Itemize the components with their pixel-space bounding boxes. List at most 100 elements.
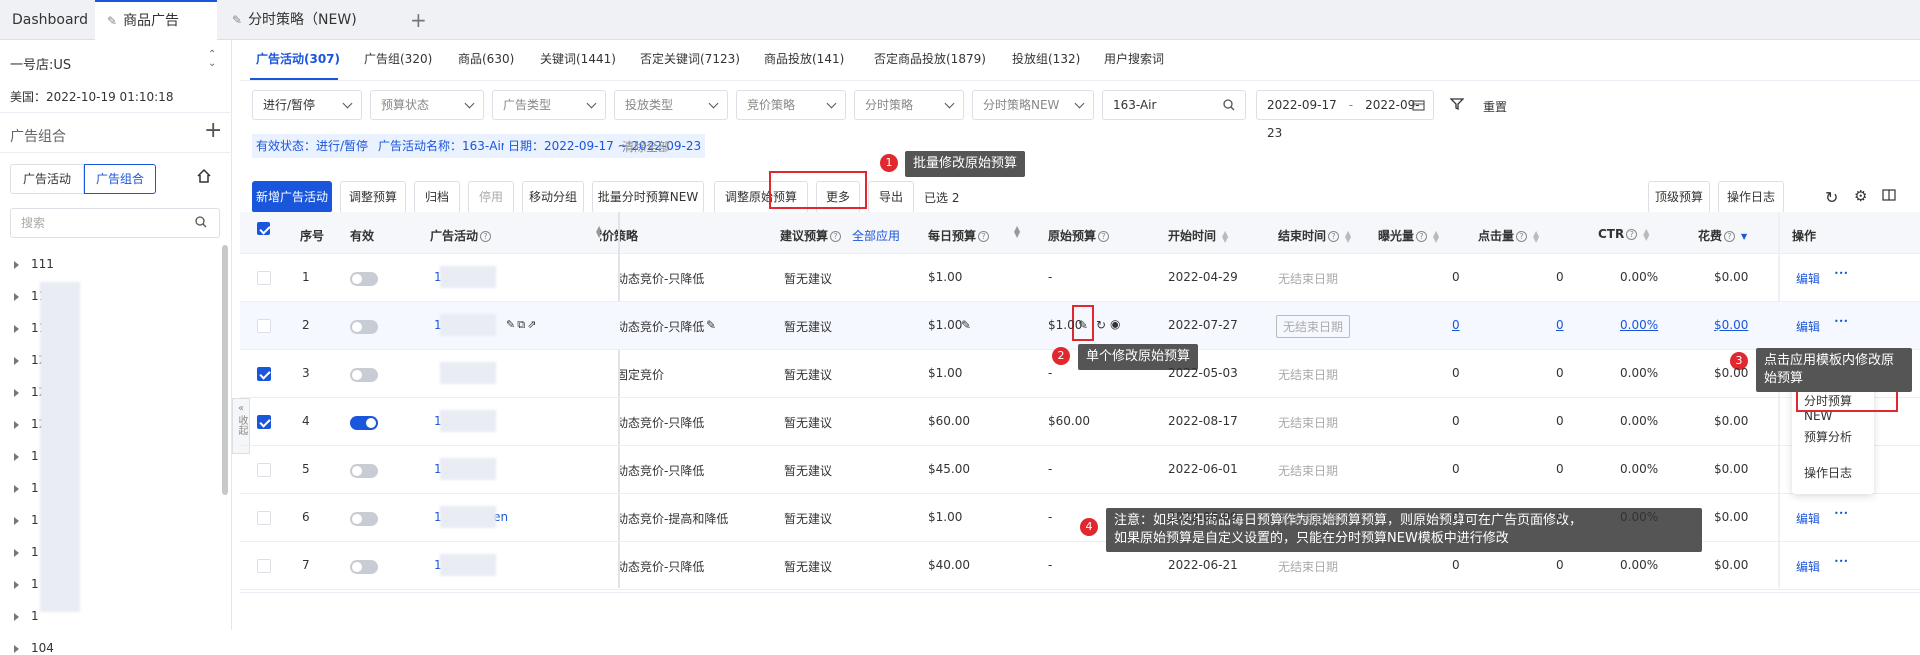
- budget-status-select[interactable]: 预算状态: [370, 90, 484, 120]
- subtab-3[interactable]: 关键词(1441): [540, 50, 616, 67]
- filter-chip-date[interactable]: 日期：2022-09-17 ~ 2022-09-23: [504, 134, 706, 158]
- more-actions-icon[interactable]: •••: [1834, 317, 1848, 326]
- sort-icon[interactable]: ▲ ▼: [1433, 229, 1439, 243]
- row-edit-icons[interactable]: ✎⧉⇗: [506, 318, 538, 332]
- export-button[interactable]: 导出: [868, 181, 914, 213]
- operation-log-button[interactable]: 操作日志: [1718, 181, 1784, 213]
- col-start[interactable]: 开始时间 ▲ ▼: [1168, 227, 1228, 244]
- row-checkbox[interactable]: [257, 463, 271, 477]
- subtab-7[interactable]: 投放组(132): [1012, 50, 1080, 67]
- top-budget-button[interactable]: 顶级预算: [1648, 181, 1710, 213]
- ctr-value[interactable]: 0.00%: [1620, 318, 1658, 332]
- sort-icon[interactable]: ▲ ▼: [1222, 229, 1228, 243]
- home-icon[interactable]: [196, 168, 212, 184]
- sort-icon[interactable]: ▲ ▼: [1643, 227, 1649, 241]
- clicks[interactable]: 0: [1556, 318, 1564, 332]
- sidebar-scrollbar[interactable]: [222, 245, 228, 495]
- valid-toggle[interactable]: [350, 416, 378, 430]
- valid-toggle[interactable]: [350, 368, 378, 382]
- sort-icon[interactable]: ▲ ▼: [1345, 229, 1351, 243]
- eye-icon[interactable]: ◉: [1110, 317, 1120, 331]
- sort-icon[interactable]: ▲ ▼: [1014, 225, 1020, 239]
- valid-toggle[interactable]: [350, 320, 378, 334]
- tab-time-strategy[interactable]: ✎ 分时策略（NEW): [220, 0, 400, 40]
- batch-time-budget-button[interactable]: 批量分时预算NEW: [592, 181, 704, 213]
- tree-item[interactable]: 1: [14, 513, 39, 527]
- row-checkbox[interactable]: [257, 415, 271, 429]
- edit-link[interactable]: 编辑: [1796, 318, 1820, 335]
- subtab-8[interactable]: 用户搜索词: [1104, 50, 1164, 67]
- filter-chip-status[interactable]: 有效状态：进行/暂停×: [252, 134, 389, 158]
- more-actions-icon[interactable]: •••: [1834, 557, 1848, 566]
- row-checkbox[interactable]: [257, 511, 271, 525]
- sort-desc-icon[interactable]: ▼: [1741, 232, 1747, 240]
- valid-toggle[interactable]: [350, 560, 378, 574]
- sidebar-search-input[interactable]: 搜索: [10, 208, 220, 238]
- tree-item[interactable]: 1: [14, 609, 39, 623]
- col-daily[interactable]: 每日预算?: [928, 227, 990, 244]
- row-checkbox[interactable]: [257, 319, 271, 333]
- subtab-6[interactable]: 否定商品投放(1879): [874, 50, 986, 67]
- edit-link[interactable]: 编辑: [1796, 510, 1820, 527]
- refresh-icon[interactable]: ↻: [1825, 188, 1838, 207]
- row-checkbox[interactable]: [257, 559, 271, 573]
- select-all-checkbox[interactable]: [257, 222, 270, 235]
- tab-product-ads[interactable]: ✎ 商品广告: [95, 0, 217, 40]
- store-switch-icon[interactable]: ⌃ ⌄: [208, 50, 216, 69]
- toggle-campaign[interactable]: 广告活动: [10, 164, 84, 194]
- ad-type-select[interactable]: 广告类型: [492, 90, 606, 120]
- settings-icon[interactable]: ⚙: [1854, 187, 1867, 205]
- filter-chip-name[interactable]: 广告活动名称：163-Air×: [374, 134, 526, 158]
- valid-toggle[interactable]: [350, 272, 378, 286]
- subtab-5[interactable]: 商品投放(141): [764, 50, 844, 67]
- clear-all-link[interactable]: 清除全部: [622, 138, 670, 155]
- search-icon[interactable]: [1222, 98, 1236, 112]
- edit-link[interactable]: 编辑: [1796, 270, 1820, 287]
- columns-icon[interactable]: [1882, 188, 1896, 202]
- valid-toggle[interactable]: [350, 464, 378, 478]
- row-checkbox[interactable]: [257, 271, 271, 285]
- add-tab-icon[interactable]: +: [410, 0, 427, 40]
- edit-strategy-icon[interactable]: ✎: [706, 318, 716, 332]
- valid-toggle[interactable]: [350, 512, 378, 526]
- col-impressions[interactable]: 曝光量? ▲ ▼: [1378, 227, 1439, 244]
- tree-item[interactable]: 104: [14, 641, 54, 655]
- subtab-2[interactable]: 商品(630): [458, 50, 514, 67]
- apply-all-link[interactable]: 全部应用: [852, 227, 900, 244]
- status-select[interactable]: 进行/暂停: [252, 90, 362, 120]
- sync-icon[interactable]: ↻: [1096, 318, 1106, 332]
- subtab-4[interactable]: 否定关键词(7123): [640, 50, 740, 67]
- toggle-portfolio[interactable]: 广告组合: [84, 164, 156, 194]
- time-strategy-new-select[interactable]: 分时策略NEW: [972, 90, 1094, 120]
- tree-item[interactable]: 111: [14, 257, 54, 271]
- tree-item[interactable]: 1: [14, 481, 39, 495]
- tab-dashboard[interactable]: Dashboard: [0, 0, 95, 40]
- sort-icon[interactable]: ▲ ▼: [1533, 229, 1539, 243]
- new-campaign-button[interactable]: 新增广告活动: [252, 181, 332, 213]
- subtab-1[interactable]: 广告组(320): [364, 50, 432, 67]
- impressions[interactable]: 0: [1452, 318, 1460, 332]
- col-campaign[interactable]: 广告活动?: [430, 227, 492, 244]
- disable-button[interactable]: 停用: [468, 181, 514, 213]
- reset-button[interactable]: 重置: [1483, 98, 1507, 115]
- menu-item-operation-log[interactable]: 操作日志: [1804, 464, 1852, 481]
- col-spend[interactable]: 花费? ▼: [1698, 227, 1747, 244]
- col-end[interactable]: 结束时间? ▲ ▼: [1278, 227, 1351, 244]
- row-checkbox[interactable]: [257, 367, 271, 381]
- date-range-picker[interactable]: 2022-09-17-2022-09-23: [1256, 90, 1434, 140]
- bid-strategy-select[interactable]: 竞价策略: [736, 90, 846, 120]
- spend-value[interactable]: $0.00: [1714, 318, 1748, 332]
- more-actions-icon[interactable]: •••: [1834, 509, 1848, 518]
- tree-item[interactable]: 1: [14, 577, 39, 591]
- placement-type-select[interactable]: 投放类型: [614, 90, 728, 120]
- subtab-0[interactable]: 广告活动(307): [256, 50, 340, 67]
- edit-daily-budget-icon[interactable]: ✎: [961, 318, 971, 332]
- edit-link[interactable]: 编辑: [1796, 558, 1820, 575]
- adjust-budget-button[interactable]: 调整预算: [340, 181, 406, 213]
- more-actions-icon[interactable]: •••: [1834, 269, 1848, 278]
- end-date[interactable]: 无结束日期: [1276, 315, 1351, 338]
- tree-item[interactable]: 1: [14, 449, 39, 463]
- add-portfolio-icon[interactable]: +: [204, 118, 222, 143]
- time-strategy-select[interactable]: 分时策略: [854, 90, 964, 120]
- archive-button[interactable]: 归档: [414, 181, 460, 213]
